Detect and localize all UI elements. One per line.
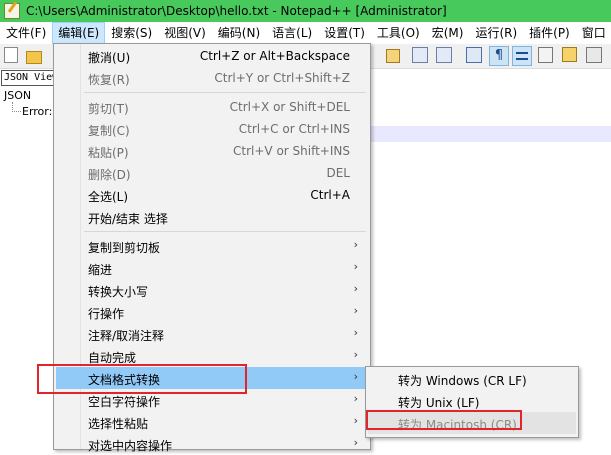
submenu-item-label: 转为 Unix (LF) (398, 396, 480, 410)
menu-item-label: 文档格式转换 (88, 373, 161, 387)
submenu-arrow-icon: › (353, 304, 358, 317)
menu-window[interactable]: 窗口 (576, 22, 611, 44)
submenu-item-unix-lf[interactable]: 转为 Unix (LF) (368, 390, 576, 412)
menu-encoding[interactable]: 编码(N) (212, 22, 266, 44)
new-file-icon[interactable] (4, 47, 18, 63)
menu-item-shortcut: Ctrl+A (310, 188, 350, 202)
submenu-arrow-icon: › (353, 348, 358, 361)
menu-item-indent[interactable]: 缩进 › (56, 257, 368, 279)
title-bar: C:\Users\Administrator\Desktop\hello.txt… (0, 0, 611, 22)
menu-item-blank-operations[interactable]: 空白字符操作 › (56, 389, 368, 411)
submenu-arrow-icon: › (353, 326, 358, 339)
menu-plugins[interactable]: 插件(P) (523, 22, 576, 44)
menu-item-label: 注释/取消注释 (88, 329, 165, 343)
macro-record-icon[interactable] (386, 49, 400, 63)
menu-item-shortcut: DEL (326, 166, 350, 180)
menu-item-line-operations[interactable]: 行操作 › (56, 301, 368, 323)
open-folder-icon[interactable] (26, 51, 42, 64)
menu-separator (84, 92, 366, 93)
menu-item-begin-end-select[interactable]: 开始/结束 选择 (56, 206, 368, 228)
notepadpp-icon (4, 3, 20, 19)
menu-item-eol-conversion[interactable]: 文档格式转换 › (56, 367, 368, 389)
menu-item-select-all[interactable]: 全选(L) Ctrl+A (56, 184, 368, 206)
menu-item-comment[interactable]: 注释/取消注释 › (56, 323, 368, 345)
menu-file[interactable]: 文件(F) (0, 22, 52, 44)
tree-root-json[interactable]: JSON (4, 89, 31, 102)
menu-edit[interactable]: 编辑(E) (52, 22, 106, 44)
menu-item-paste-special[interactable]: 选择性粘贴 › (56, 411, 368, 433)
menu-item-undo[interactable]: 撤消(U) Ctrl+Z or Alt+Backspace (56, 45, 368, 67)
menu-item-label: 缩进 (88, 263, 113, 277)
menu-search[interactable]: 搜索(S) (105, 22, 158, 44)
submenu-arrow-icon: › (353, 414, 358, 427)
menu-item-paste[interactable]: 粘贴(P) Ctrl+V or Shift+INS (56, 140, 368, 162)
submenu-item-label: 转为 Macintosh (CR) (398, 418, 517, 432)
menu-item-label: 复制(C) (88, 124, 130, 138)
menu-item-cut[interactable]: 剪切(T) Ctrl+X or Shift+DEL (56, 96, 368, 118)
submenu-item-macintosh-cr[interactable]: 转为 Macintosh (CR) (368, 412, 576, 434)
menu-bar: 文件(F) 编辑(E) 搜索(S) 视图(V) 编码(N) 语言(L) 设置(T… (0, 22, 611, 44)
submenu-arrow-icon: › (353, 370, 358, 383)
menu-item-label: 全选(L) (88, 190, 129, 204)
window-title: C:\Users\Administrator\Desktop\hello.txt… (26, 4, 447, 18)
menu-language[interactable]: 语言(L) (266, 22, 318, 44)
menu-separator (84, 231, 366, 232)
show-all-characters-icon[interactable]: ¶ (489, 46, 509, 66)
menu-item-label: 对选中内容操作 (88, 439, 173, 453)
menu-item-label: 行操作 (88, 307, 125, 321)
menu-item-copy-to-clipboard[interactable]: 复制到剪切板 › (56, 235, 368, 257)
submenu-arrow-icon: › (353, 436, 358, 449)
sync-scroll-icon[interactable] (466, 47, 482, 63)
monitoring-icon[interactable] (586, 47, 602, 63)
menu-item-label: 剪切(T) (88, 102, 129, 116)
menu-item-label: 选择性粘贴 (88, 417, 149, 431)
menu-item-convert-case[interactable]: 转换大小写 › (56, 279, 368, 301)
json-viewer-panel: JSON Viewer JSON Error: (0, 69, 67, 448)
menu-item-copy[interactable]: 复制(C) Ctrl+C or Ctrl+INS (56, 118, 368, 140)
submenu-arrow-icon: › (353, 282, 358, 295)
current-line-highlight (367, 126, 611, 142)
submenu-arrow-icon: › (353, 238, 358, 251)
menu-item-label: 空白字符操作 (88, 395, 161, 409)
menu-item-shortcut: Ctrl+Z or Alt+Backspace (199, 49, 350, 63)
zoom-out-icon[interactable] (436, 47, 452, 63)
menu-item-label: 复制到剪切板 (88, 241, 161, 255)
menu-item-label: 自动完成 (88, 351, 137, 365)
menu-macro[interactable]: 宏(M) (426, 22, 470, 44)
menu-item-label: 转换大小写 (88, 285, 149, 299)
menu-view[interactable]: 视图(V) (158, 22, 212, 44)
menu-item-label: 删除(D) (88, 168, 131, 182)
eol-conversion-submenu: 转为 Windows (CR LF) 转为 Unix (LF) 转为 Macin… (365, 366, 579, 438)
menu-item-shortcut: Ctrl+C or Ctrl+INS (238, 122, 350, 136)
menu-tools[interactable]: 工具(O) (371, 22, 426, 44)
menu-item-label: 恢复(R) (88, 73, 130, 87)
submenu-arrow-icon: › (353, 260, 358, 273)
menu-item-label: 开始/结束 选择 (88, 212, 168, 226)
submenu-item-windows-crlf[interactable]: 转为 Windows (CR LF) (368, 368, 576, 390)
submenu-arrow-icon: › (353, 392, 358, 405)
menu-item-auto-completion[interactable]: 自动完成 › (56, 345, 368, 367)
menu-item-shortcut: Ctrl+Y or Ctrl+Shift+Z (214, 71, 350, 85)
menu-item-delete[interactable]: 删除(D) DEL (56, 162, 368, 184)
zoom-in-icon[interactable] (412, 47, 428, 63)
folder-workspace-icon[interactable] (562, 47, 577, 62)
menu-item-on-selection[interactable]: 对选中内容操作 › (56, 433, 368, 455)
tree-node-error[interactable]: Error: (22, 105, 52, 118)
menu-run[interactable]: 运行(R) (469, 22, 523, 44)
menu-item-label: 撤消(U) (88, 51, 131, 65)
menu-settings[interactable]: 设置(T) (318, 22, 371, 44)
menu-item-label: 粘贴(P) (88, 146, 129, 160)
document-map-icon[interactable] (538, 47, 553, 63)
tree-connector (12, 102, 21, 112)
menu-item-redo[interactable]: 恢复(R) Ctrl+Y or Ctrl+Shift+Z (56, 67, 368, 89)
edit-menu-dropdown: 撤消(U) Ctrl+Z or Alt+Backspace 恢复(R) Ctrl… (53, 43, 371, 453)
menu-item-shortcut: Ctrl+V or Shift+INS (233, 144, 350, 158)
submenu-item-label: 转为 Windows (CR LF) (398, 374, 527, 388)
menu-item-shortcut: Ctrl+X or Shift+DEL (229, 100, 350, 114)
indent-guide-icon[interactable] (512, 46, 532, 66)
